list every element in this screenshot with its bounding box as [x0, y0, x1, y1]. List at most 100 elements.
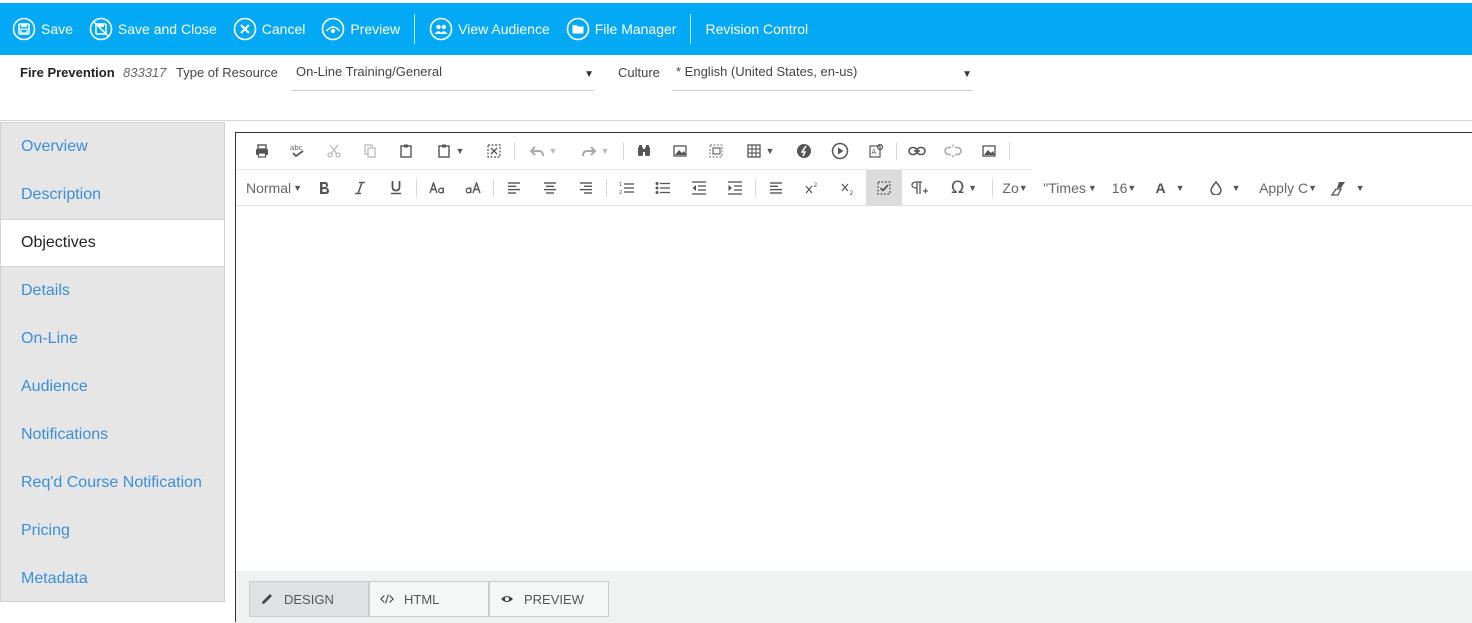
culture-label: Culture [618, 65, 660, 80]
paste-icon[interactable] [388, 137, 424, 165]
view-audience-button[interactable]: View Audience [427, 3, 564, 55]
save-icon [12, 17, 36, 41]
caret-down-icon: ▼ [548, 146, 558, 156]
caret-down-icon: ▼ [1018, 182, 1028, 193]
image-icon[interactable] [662, 137, 698, 165]
symbol-icon[interactable]: Ω ▼ [938, 174, 990, 202]
bullet-list-icon[interactable] [645, 174, 681, 202]
justify-icon[interactable] [758, 174, 794, 202]
caret-down-icon: ▼ [1087, 182, 1097, 193]
apply-css-dropdown[interactable]: Apply C ▼ [1253, 174, 1323, 202]
zoom-value: Zo [1002, 179, 1019, 196]
font-color-icon[interactable]: A ▼ [1143, 174, 1197, 202]
svg-text:2: 2 [814, 182, 818, 189]
caret-down-icon: ▼ [1231, 182, 1241, 193]
preview-mode-tab[interactable]: PREVIEW [489, 581, 609, 617]
sidebar-nav: Overview Description Objectives Details … [0, 122, 225, 602]
sidebar-item-details[interactable]: Details [1, 267, 224, 315]
font-size-dropdown[interactable]: 16 ▼ [1105, 174, 1143, 202]
template-icon[interactable]: A [858, 137, 894, 165]
toolbar-divider [414, 14, 416, 44]
save-and-close-button[interactable]: Save and Close [87, 3, 231, 55]
file-manager-button[interactable]: File Manager [564, 3, 691, 55]
copy-icon[interactable] [352, 137, 388, 165]
indent-icon[interactable] [717, 174, 753, 202]
track-changes-icon[interactable] [866, 169, 903, 206]
revision-control-button[interactable]: Revision Control [703, 3, 822, 55]
caret-down-icon: ▼ [1355, 182, 1365, 193]
save-button[interactable]: Save [10, 3, 87, 55]
svg-text:2: 2 [619, 190, 622, 195]
caret-down-icon: ▼ [962, 69, 972, 80]
media-icon[interactable] [822, 137, 858, 165]
italic-icon[interactable] [342, 174, 378, 202]
image-manager-icon[interactable] [971, 137, 1007, 165]
align-right-icon[interactable] [568, 174, 604, 202]
sidebar-item-on-line[interactable]: On-Line [1, 315, 224, 363]
outdent-icon[interactable] [681, 174, 717, 202]
html-mode-tab[interactable]: HTML [369, 581, 489, 617]
toolbar-separator [623, 142, 624, 160]
align-center-icon[interactable] [532, 174, 568, 202]
zoom-dropdown[interactable]: Zo ▼ [995, 174, 1035, 202]
underline-icon[interactable] [378, 174, 414, 202]
culture-dropdown[interactable]: * English (United States, en-us) ▼ [672, 59, 972, 91]
paragraph-marks-icon[interactable] [902, 174, 938, 202]
preview-button[interactable]: Preview [319, 3, 414, 55]
sidebar-item-description[interactable]: Description [1, 171, 224, 219]
sidebar-item-audience[interactable]: Audience [1, 363, 224, 411]
select-all-icon[interactable] [476, 137, 512, 165]
cut-icon[interactable] [316, 137, 352, 165]
sidebar-item-metadata[interactable]: Metadata [1, 555, 224, 603]
font-family-dropdown[interactable]: "Times ▼ [1035, 174, 1105, 202]
type-of-resource-dropdown[interactable]: On-Line Training/General ▼ [292, 59, 594, 91]
caret-down-icon: ▼ [584, 69, 594, 80]
editor-content-area[interactable] [236, 207, 1472, 571]
pencil-icon [260, 592, 274, 606]
sidebar-item-pricing[interactable]: Pricing [1, 507, 224, 555]
svg-text:1: 1 [619, 182, 622, 188]
editor-toolbar-row-2: Normal ▼ 12 2 2 Ω ▼ Zo ▼ "Times ▼ 16 ▼ A… [236, 169, 1472, 206]
flash-icon[interactable] [786, 137, 822, 165]
link-icon[interactable] [899, 137, 935, 165]
toolbar-separator [1009, 142, 1010, 160]
caret-down-icon: ▼ [455, 146, 465, 156]
redo-icon[interactable]: ▼ [569, 137, 621, 165]
align-left-icon[interactable] [496, 174, 532, 202]
cancel-icon [233, 17, 257, 41]
paste-options-icon[interactable]: ▼ [424, 137, 476, 165]
numbered-list-icon[interactable]: 12 [609, 174, 645, 202]
image-gallery-icon[interactable] [698, 137, 734, 165]
sidebar-item-overview[interactable]: Overview [1, 123, 224, 171]
save-label: Save [41, 21, 73, 37]
apply-css-value: Apply C [1259, 179, 1309, 196]
undo-icon[interactable]: ▼ [517, 137, 569, 165]
format-stripper-icon[interactable]: ▼ [1323, 174, 1371, 202]
unlink-icon[interactable] [935, 137, 971, 165]
toolbar-separator [896, 142, 897, 160]
type-of-resource-label: Type of Resource [176, 65, 278, 80]
cancel-label: Cancel [261, 21, 306, 37]
highlight-color-icon[interactable]: ▼ [1197, 174, 1253, 202]
paragraph-format-dropdown[interactable]: Normal ▼ [242, 174, 306, 202]
bold-icon[interactable] [306, 174, 342, 202]
eye-icon [321, 17, 345, 41]
resource-name: Fire Prevention [20, 65, 115, 80]
design-mode-tab[interactable]: DESIGN [249, 581, 369, 617]
caret-down-icon: ▼ [293, 182, 303, 193]
sidebar-item-objectives[interactable]: Objectives [1, 219, 224, 267]
print-icon[interactable] [244, 137, 280, 165]
type-of-resource-value: On-Line Training/General [296, 64, 442, 79]
resource-header: Fire Prevention 833317 Type of Resource … [0, 55, 1472, 121]
uppercase-icon[interactable] [455, 174, 491, 202]
table-icon[interactable]: ▼ [734, 137, 786, 165]
cancel-button[interactable]: Cancel [231, 3, 320, 55]
toolbar-separator [755, 178, 757, 197]
find-icon[interactable] [626, 137, 662, 165]
sidebar-item-reqd-course-notification[interactable]: Req'd Course Notification [1, 459, 224, 507]
subscript-icon[interactable]: 2 [830, 174, 866, 202]
sidebar-item-notifications[interactable]: Notifications [1, 411, 224, 459]
lowercase-icon[interactable] [419, 174, 455, 202]
superscript-icon[interactable]: 2 [794, 174, 830, 202]
spellcheck-icon[interactable]: abc [280, 137, 316, 165]
